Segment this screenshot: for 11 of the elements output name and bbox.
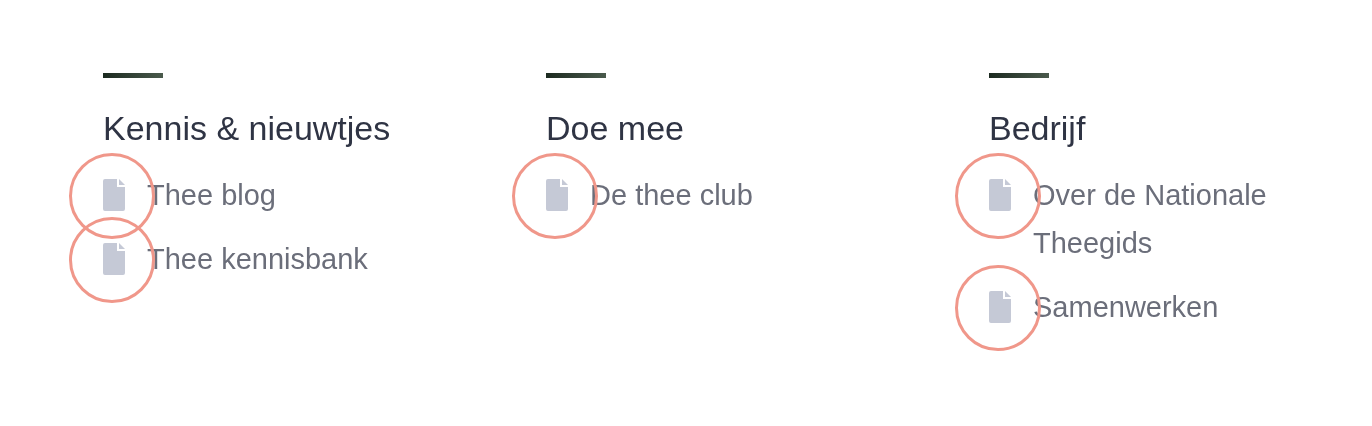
column-heading: Doe mee (546, 108, 685, 149)
document-icon (989, 179, 1011, 211)
document-icon (103, 179, 125, 211)
column-heading: Bedrijf (989, 108, 1087, 149)
document-icon (989, 291, 1011, 323)
accent-bar (103, 73, 163, 78)
document-icon (546, 179, 568, 211)
accent-bar (989, 73, 1049, 78)
column-heading: Kennis & nieuwtjes (103, 108, 392, 149)
document-icon (103, 243, 125, 275)
accent-bar (546, 73, 606, 78)
